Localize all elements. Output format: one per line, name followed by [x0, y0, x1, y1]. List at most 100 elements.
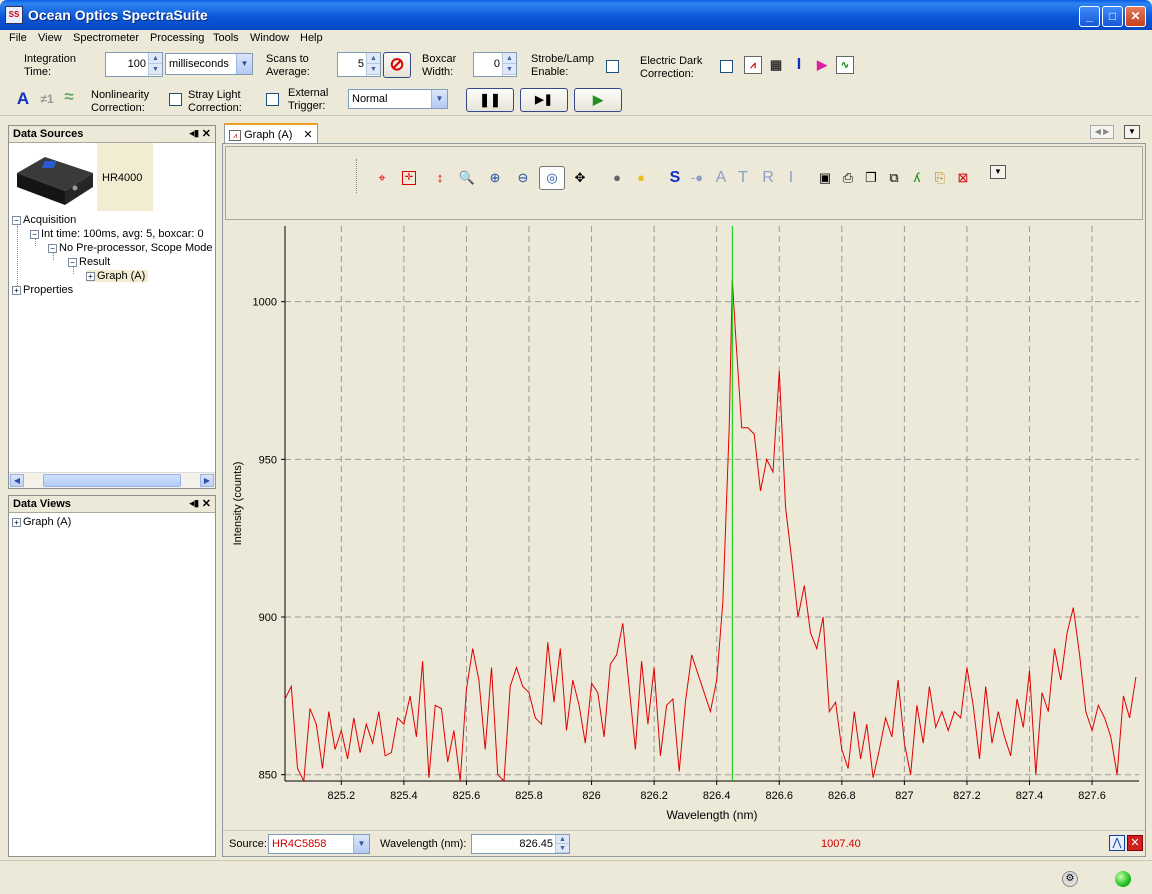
- zoom-box-icon[interactable]: ✛: [402, 171, 416, 185]
- save-icon[interactable]: ▣: [816, 169, 834, 187]
- tab-scroll-icon[interactable]: ◀ ▶: [1090, 125, 1114, 139]
- scroll-left-icon[interactable]: ◀: [10, 474, 24, 487]
- tab-menu-icon[interactable]: ▼: [1124, 125, 1140, 139]
- close-button[interactable]: ✕: [1125, 6, 1146, 27]
- strobe-lamp-checkbox[interactable]: [606, 60, 619, 73]
- integration-time-input[interactable]: 100 ▲ ▼: [105, 52, 163, 77]
- spectrum-chart[interactable]: 825.2 825.4 825.6 825.8 826 826.2 826.4 826.6 82…: [223, 222, 1145, 828]
- reflection-letter-icon[interactable]: R: [759, 169, 777, 187]
- menu-view[interactable]: View: [38, 32, 62, 44]
- scroll-right-icon[interactable]: ▶: [200, 474, 214, 487]
- tree-graph-a[interactable]: + Graph (A): [86, 270, 149, 282]
- integration-unit-select[interactable]: milliseconds ▼: [165, 53, 253, 75]
- crosshair-icon[interactable]: ⌖: [373, 169, 391, 187]
- pan-icon[interactable]: ✥: [571, 169, 589, 187]
- print-icon[interactable]: ⎙: [839, 169, 857, 187]
- scans-to-average-input[interactable]: 5 ▲ ▼: [337, 52, 381, 77]
- graph-toolbar-menu-icon[interactable]: ▼: [990, 165, 1006, 179]
- zoom-in-icon[interactable]: ⊕: [486, 169, 504, 187]
- zoom-auto-icon[interactable]: ◎: [539, 166, 565, 190]
- scroll-thumb[interactable]: [43, 474, 181, 487]
- device-status-icon[interactable]: ⚙: [1062, 871, 1078, 887]
- pin-icon[interactable]: ◂▮: [190, 128, 199, 139]
- transmission-letter-icon[interactable]: T: [734, 169, 752, 187]
- tree-acquisition[interactable]: − Acquisition: [12, 214, 76, 226]
- text-cursor-icon[interactable]: I: [790, 56, 808, 74]
- absorbance-letter-icon[interactable]: A: [712, 169, 730, 187]
- table-view-icon[interactable]: ▦: [767, 56, 785, 74]
- expand-icon[interactable]: +: [86, 271, 95, 281]
- menu-window[interactable]: Window: [250, 32, 289, 44]
- spin-up-icon[interactable]: ▲: [503, 53, 516, 64]
- graph-window-icon[interactable]: ∿: [836, 56, 854, 74]
- clear-peak-icon[interactable]: ✕: [1127, 835, 1143, 851]
- horizontal-scrollbar[interactable]: ◀ ▶: [9, 472, 215, 488]
- absorbance-icon[interactable]: A: [14, 90, 32, 108]
- boxcar-width-input[interactable]: 0 ▲ ▼: [473, 52, 517, 77]
- menu-tools[interactable]: Tools: [213, 32, 239, 44]
- tree-preprocessor[interactable]: − No Pre-processor, Scope Mode: [48, 242, 212, 254]
- wave-icon[interactable]: ≈: [60, 88, 78, 106]
- stray-light-checkbox[interactable]: [266, 93, 279, 106]
- menu-spectrometer[interactable]: Spectrometer: [73, 32, 139, 44]
- delete-overlay-icon[interactable]: ⊠: [954, 169, 972, 187]
- wavelength-input[interactable]: 826.45 ▲ ▼: [471, 834, 570, 854]
- copy-icon[interactable]: ❐: [862, 169, 880, 187]
- device-name: HR4000: [102, 172, 143, 184]
- pin-icon[interactable]: ◂▮: [190, 498, 199, 509]
- spin-down-icon[interactable]: ▼: [556, 844, 569, 853]
- close-icon[interactable]: ✕: [303, 129, 312, 141]
- tab-graph-a[interactable]: ⩘ Graph (A) ✕: [224, 123, 318, 143]
- export-icon[interactable]: ⎘: [931, 169, 949, 187]
- overlay-icon[interactable]: ʎ: [908, 169, 926, 187]
- nonlinearity-checkbox[interactable]: [169, 93, 182, 106]
- maximize-button[interactable]: □: [1102, 6, 1123, 27]
- zoom-out-icon[interactable]: ⊖: [514, 169, 532, 187]
- zoom-fit-icon[interactable]: 🔍: [458, 169, 476, 187]
- tree-properties[interactable]: + Properties: [12, 284, 73, 296]
- collapse-icon[interactable]: −: [68, 257, 77, 267]
- lightbulb-off-icon[interactable]: ●: [608, 169, 626, 187]
- data-views-graph-a[interactable]: + Graph (A): [12, 516, 71, 528]
- pause-button[interactable]: ❚❚: [466, 88, 514, 112]
- irradiance-letter-icon[interactable]: I: [782, 169, 800, 187]
- chevron-down-icon[interactable]: ▼: [431, 90, 447, 108]
- stop-acquisition-icon[interactable]: ⊘: [383, 52, 411, 78]
- scope-letter-icon[interactable]: S: [666, 169, 684, 187]
- peak-icon[interactable]: ⋀: [1109, 835, 1125, 851]
- tree-result[interactable]: − Result: [68, 256, 110, 268]
- scope-mode-icon[interactable]: ⩘: [744, 56, 762, 74]
- step-button[interactable]: ▶❚: [520, 88, 568, 112]
- spin-up-icon[interactable]: ▲: [367, 53, 380, 64]
- collapse-icon[interactable]: −: [30, 229, 39, 239]
- expand-icon[interactable]: +: [12, 285, 21, 295]
- collapse-icon[interactable]: −: [12, 215, 21, 225]
- play-button[interactable]: ▶: [574, 88, 622, 112]
- electric-dark-checkbox[interactable]: [720, 60, 733, 73]
- copy-image-icon[interactable]: ⧉: [885, 169, 903, 187]
- expand-icon[interactable]: +: [12, 517, 21, 527]
- vertical-zoom-icon[interactable]: ↕: [431, 169, 449, 187]
- menu-file[interactable]: File: [9, 32, 27, 44]
- close-icon[interactable]: ✕: [202, 497, 211, 510]
- menu-processing[interactable]: Processing: [150, 32, 204, 44]
- spin-down-icon[interactable]: ▼: [149, 64, 162, 75]
- spin-down-icon[interactable]: ▼: [367, 64, 380, 75]
- source-select[interactable]: HR4C5858 ▼: [268, 834, 370, 854]
- trigger-mode-select[interactable]: Normal ▼: [348, 89, 448, 109]
- spin-up-icon[interactable]: ▲: [149, 53, 162, 64]
- y-tick-label: 850: [259, 770, 277, 782]
- tree-int-time[interactable]: − Int time: 100ms, avg: 5, boxcar: 0: [30, 228, 204, 240]
- collapse-icon[interactable]: −: [48, 243, 57, 253]
- dash-lamp-icon[interactable]: -●: [688, 169, 706, 187]
- not-equal-icon[interactable]: ≠1: [36, 90, 58, 108]
- menu-help[interactable]: Help: [300, 32, 323, 44]
- close-icon[interactable]: ✕: [202, 127, 211, 140]
- color-triangle-icon[interactable]: ▶: [813, 56, 831, 74]
- lightbulb-on-icon[interactable]: ●: [632, 169, 650, 187]
- spin-up-icon[interactable]: ▲: [556, 835, 569, 844]
- minimize-button[interactable]: _: [1079, 6, 1100, 27]
- spin-down-icon[interactable]: ▼: [503, 64, 516, 75]
- chevron-down-icon[interactable]: ▼: [353, 835, 369, 853]
- chevron-down-icon[interactable]: ▼: [236, 54, 252, 74]
